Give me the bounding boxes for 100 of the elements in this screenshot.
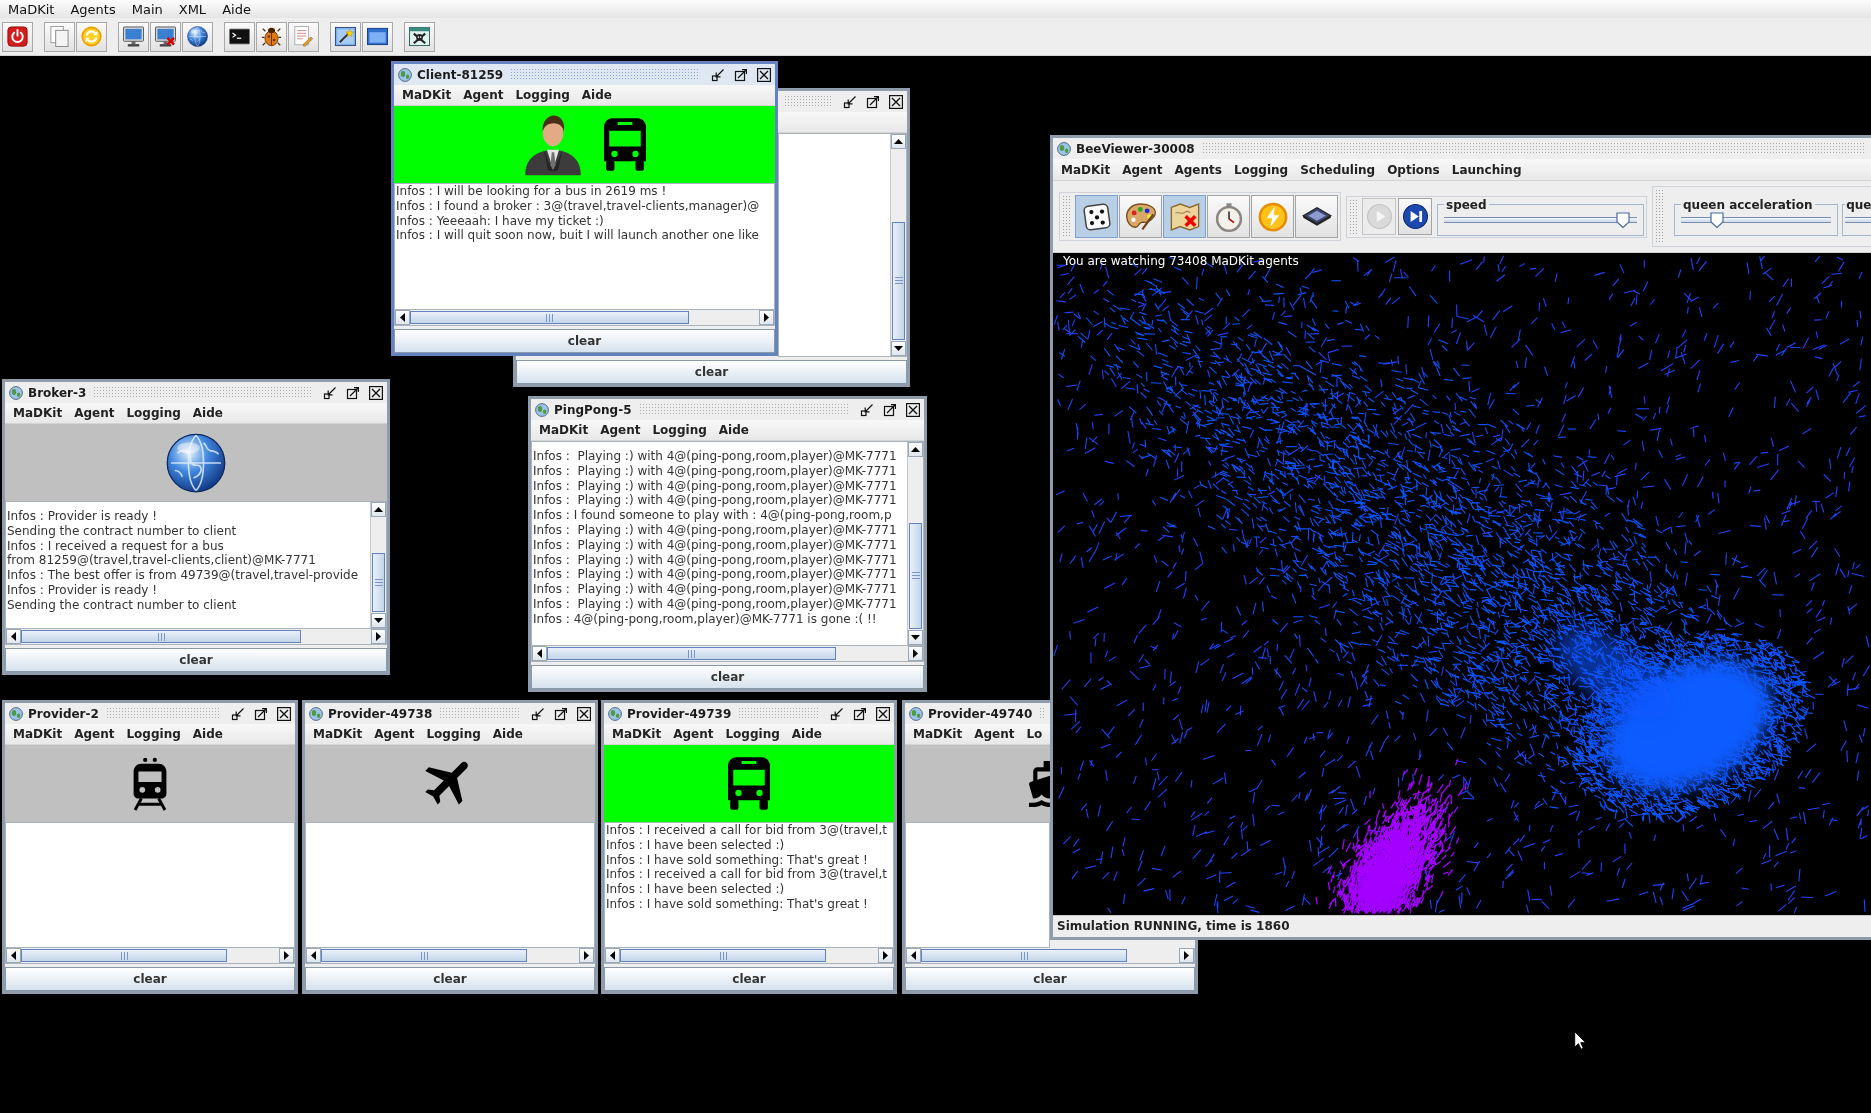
vertical-scrollbar[interactable] [370,502,386,628]
menu-item[interactable]: Logging [120,726,187,742]
dice-button[interactable] [1075,195,1118,238]
menu-item[interactable]: Agent [68,726,121,742]
scroll-left-button[interactable] [395,310,410,325]
menu-item[interactable]: Lo [1020,726,1049,742]
scrollbar-thumb[interactable] [21,630,301,643]
scroll-left-button[interactable] [6,629,21,644]
menu-item[interactable]: Logging [420,726,487,742]
horizontal-scrollbar[interactable] [5,948,295,964]
scroll-left-button[interactable] [532,646,547,661]
horizontal-scrollbar[interactable] [305,948,595,964]
menu-item[interactable]: Agent [667,726,720,742]
menu-item[interactable]: Logging [1227,161,1295,178]
menu-item[interactable]: Aide [214,0,259,18]
slider-thumb[interactable] [1616,211,1631,228]
clear-button[interactable]: clear [5,648,387,672]
menu-item[interactable]: Aide [575,87,618,103]
menu-item[interactable]: Logging [719,726,786,742]
scrollbar-thumb[interactable] [372,553,385,612]
terminal-button[interactable] [224,21,255,52]
horizontal-scrollbar[interactable] [604,948,894,964]
maximize-icon[interactable] [554,706,568,721]
close-icon[interactable] [876,706,890,721]
maximize-icon[interactable] [254,706,268,721]
close-icon[interactable] [906,402,920,417]
monitor-cross-button[interactable] [150,21,181,52]
menu-item[interactable]: Agents [1168,161,1228,178]
minimize-icon[interactable] [231,706,245,721]
menu-item[interactable]: MaDKit [307,726,369,742]
menu-item[interactable]: Logging [120,405,187,421]
menu-item[interactable]: MaDKit [533,422,595,438]
horizontal-scrollbar[interactable] [5,629,387,645]
menu-item[interactable]: Options [1381,161,1446,178]
menu-item[interactable]: Main [123,0,171,18]
scroll-down-button[interactable] [891,341,906,356]
scroll-left-button[interactable] [6,948,21,963]
scroll-right-button[interactable] [908,646,923,661]
close-icon[interactable] [889,94,903,109]
minimize-icon[interactable] [323,385,337,400]
menu-item[interactable]: Aide [785,726,828,742]
menu-item[interactable]: MaDKit [0,0,63,18]
menu-item[interactable]: Agent [968,726,1021,742]
menu-item[interactable]: Logging [646,422,713,438]
chip-button[interactable] [1295,195,1338,238]
scroll-right-button[interactable] [759,310,774,325]
horizontal-scrollbar[interactable] [905,948,1195,964]
minimize-icon[interactable] [843,94,857,109]
menu-item[interactable]: Agents [62,0,124,18]
menu-item[interactable]: MaDKit [1055,161,1117,178]
scroll-left-button[interactable] [906,948,921,963]
close-icon[interactable] [369,385,383,400]
palette-button[interactable] [1119,195,1162,238]
clear-button[interactable]: clear [531,665,924,689]
minimize-icon[interactable] [711,67,725,82]
scroll-down-button[interactable] [371,613,386,628]
scroll-up-button[interactable] [891,134,906,149]
menu-item[interactable]: Aide [186,405,229,421]
scroll-right-button[interactable] [279,948,294,963]
stopwatch-button[interactable] [1207,195,1250,238]
menu-item[interactable]: Agent [368,726,421,742]
scrollbar-thumb[interactable] [547,647,836,660]
minimize-icon[interactable] [830,706,844,721]
close-icon[interactable] [577,706,591,721]
scroll-right-button[interactable] [1179,948,1194,963]
horizontal-scrollbar[interactable] [394,310,775,326]
menu-item[interactable]: Agent [68,405,121,421]
step-forward-button[interactable] [1398,198,1432,235]
vertical-scrollbar[interactable] [907,442,923,645]
clear-button[interactable]: clear [516,360,907,384]
clear-button[interactable]: clear [305,967,595,991]
menu-item[interactable]: Aide [186,726,229,742]
clear-button[interactable]: clear [905,967,1195,991]
menu-item[interactable]: Agent [457,87,510,103]
scroll-down-button[interactable] [908,630,923,645]
slider-thumb[interactable] [1710,211,1725,228]
close-icon[interactable] [757,67,771,82]
clear-button[interactable]: clear [5,967,295,991]
menu-item[interactable]: XML [170,0,215,18]
minimize-icon[interactable] [860,402,874,417]
scroll-right-button[interactable] [579,948,594,963]
scrollbar-thumb[interactable] [620,949,827,962]
maximize-icon[interactable] [853,706,867,721]
map-button[interactable] [1163,195,1206,238]
window-button[interactable] [362,21,393,52]
globe-button[interactable] [182,21,213,52]
menu-item[interactable]: Launching [1445,161,1528,178]
scrollbar-thumb[interactable] [21,949,228,962]
pages-button[interactable] [44,21,75,52]
vertical-scrollbar[interactable] [890,134,906,356]
menu-item[interactable]: Agent [1116,161,1169,178]
maximize-icon[interactable] [866,94,880,109]
scroll-right-button[interactable] [878,948,893,963]
menu-item[interactable]: Logging [509,87,576,103]
menu-item[interactable]: Aide [486,726,529,742]
crossbones-window-button[interactable] [404,21,435,52]
menu-item[interactable]: MaDKit [606,726,668,742]
menu-item[interactable]: MaDKit [396,87,458,103]
menu-item[interactable]: Scheduling [1294,161,1382,178]
picture-wand-button[interactable] [330,21,361,52]
